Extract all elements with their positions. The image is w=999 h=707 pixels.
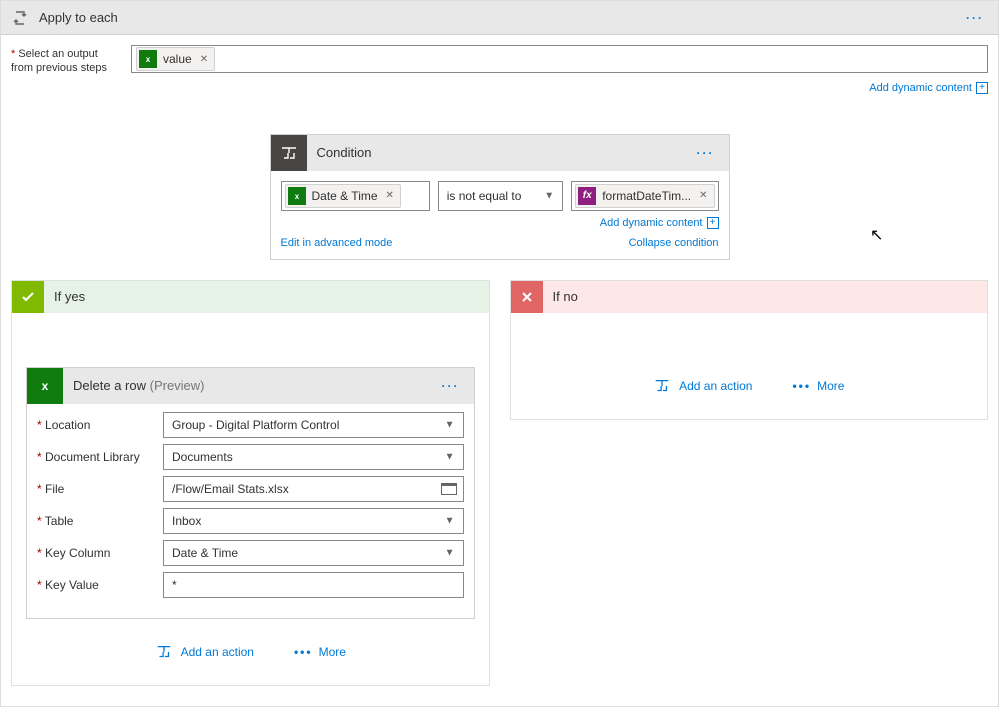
file-input[interactable]: /Flow/Email Stats.xlsx [163, 476, 464, 502]
condition-card: Condition ··· x Date & Time ✕ [270, 134, 730, 260]
chevron-down-icon: ▼ [445, 515, 455, 526]
edit-advanced-link[interactable]: Edit in advanced mode [281, 237, 393, 249]
if-no-title: If no [553, 289, 578, 304]
plus-icon: + [707, 217, 719, 229]
condition-right-value[interactable]: fx formatDateTim... ✕ [571, 181, 718, 211]
if-no-header: If no [511, 281, 988, 313]
plus-icon: + [976, 82, 988, 94]
token-format-date[interactable]: fx formatDateTim... ✕ [575, 184, 714, 208]
svg-text:x: x [294, 192, 299, 201]
svg-text:x: x [42, 379, 49, 393]
if-yes-branch: If yes x Delete a row (Preview) ··· [11, 280, 490, 686]
yes-more[interactable]: ••• More [294, 645, 346, 659]
more-dots-icon: ••• [294, 645, 313, 659]
svg-text:x: x [146, 55, 151, 64]
select-output-label: * Select an output from previous steps [11, 45, 121, 76]
branches-row: If yes x Delete a row (Preview) ··· [1, 270, 998, 706]
excel-icon: x [27, 368, 63, 404]
keycol-label: * Key Column [37, 546, 157, 560]
no-more[interactable]: ••• More [792, 379, 844, 393]
file-label: * File [37, 482, 157, 496]
select-output-row: * Select an output from previous steps x… [1, 35, 998, 80]
apply-to-each-header[interactable]: Apply to each ··· [1, 1, 998, 35]
no-add-action[interactable]: Add an action [653, 377, 752, 395]
table-select[interactable]: Inbox ▼ [163, 508, 464, 534]
add-action-icon [155, 643, 173, 661]
check-icon [12, 281, 44, 313]
condition-add-dynamic-content[interactable]: Add dynamic content + [600, 217, 719, 229]
apply-to-each-container: Apply to each ··· * Select an output fro… [0, 0, 999, 707]
chevron-down-icon: ▼ [445, 451, 455, 462]
condition-icon [271, 135, 307, 171]
add-dynamic-content-link[interactable]: Add dynamic content + [869, 82, 988, 94]
apply-to-each-title: Apply to each [39, 10, 962, 25]
condition-menu[interactable]: ··· [693, 146, 719, 160]
if-yes-header: If yes [12, 281, 489, 313]
token-label: value [163, 52, 192, 66]
delete-row-header[interactable]: x Delete a row (Preview) ··· [27, 368, 474, 404]
chevron-down-icon: ▼ [445, 419, 455, 430]
more-dots-icon: ••• [792, 379, 811, 393]
token-value[interactable]: x value ✕ [136, 47, 215, 71]
library-select[interactable]: Documents ▼ [163, 444, 464, 470]
add-action-icon [653, 377, 671, 395]
token-date-time[interactable]: x Date & Time ✕ [285, 184, 401, 208]
library-label: * Document Library [37, 450, 157, 464]
table-label: * Table [37, 514, 157, 528]
collapse-condition-link[interactable]: Collapse condition [629, 237, 719, 249]
if-yes-title: If yes [54, 289, 85, 304]
condition-header[interactable]: Condition ··· [271, 135, 729, 171]
delete-row-card: x Delete a row (Preview) ··· * Location … [26, 367, 475, 619]
close-icon [511, 281, 543, 313]
select-output-field[interactable]: x value ✕ [131, 45, 988, 73]
delete-row-title: Delete a row (Preview) [73, 378, 438, 393]
keyval-input[interactable]: * [163, 572, 464, 598]
fx-icon: fx [578, 187, 596, 205]
folder-icon[interactable] [441, 483, 457, 495]
token-remove-icon[interactable]: ✕ [699, 190, 707, 201]
token-remove-icon[interactable]: ✕ [200, 54, 208, 65]
chevron-down-icon: ▼ [445, 547, 455, 558]
loop-icon [11, 9, 29, 27]
condition-left-value[interactable]: x Date & Time ✕ [281, 181, 430, 211]
location-select[interactable]: Group - Digital Platform Control ▼ [163, 412, 464, 438]
condition-title: Condition [317, 145, 693, 160]
excel-icon: x [288, 187, 306, 205]
token-remove-icon[interactable]: ✕ [386, 190, 394, 201]
keycol-select[interactable]: Date & Time ▼ [163, 540, 464, 566]
if-no-branch: If no Add an action ••• More [510, 280, 989, 420]
apply-to-each-menu[interactable]: ··· [962, 11, 988, 25]
keyval-label: * Key Value [37, 578, 157, 592]
delete-row-menu[interactable]: ··· [438, 379, 464, 393]
yes-add-action[interactable]: Add an action [155, 643, 254, 661]
condition-operator-select[interactable]: is not equal to ▼ [438, 181, 563, 211]
chevron-down-icon: ▼ [544, 190, 554, 201]
excel-icon: x [139, 50, 157, 68]
location-label: * Location [37, 418, 157, 432]
